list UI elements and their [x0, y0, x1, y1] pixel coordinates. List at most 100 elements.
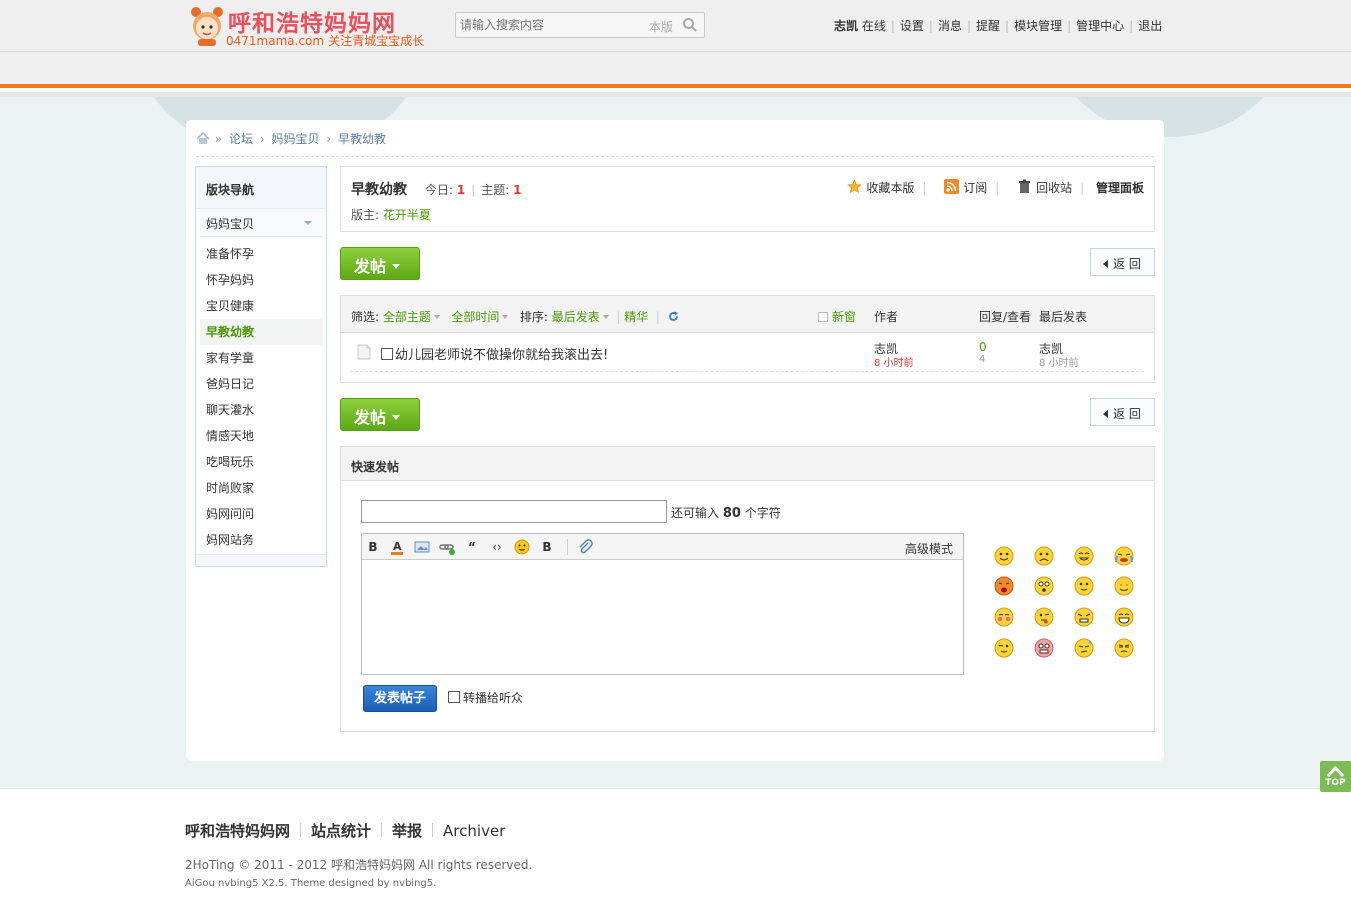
- admin-panel-link[interactable]: 管理面板: [1096, 179, 1144, 196]
- content-container: » 论坛 › 妈妈宝贝 › 早教幼教 版块导航 妈妈宝贝 准备怀孕 怀孕妈妈 宝…: [186, 120, 1164, 761]
- moderator-link[interactable]: 花开半夏: [383, 208, 431, 222]
- notifications-link[interactable]: 提醒: [976, 17, 1000, 34]
- filter-all-threads[interactable]: 全部主题: [383, 310, 431, 324]
- sidebar-item-emotions[interactable]: 情感天地: [200, 423, 322, 449]
- footer-link-stats[interactable]: 站点统计: [311, 820, 371, 841]
- sidebar-item-baby-health[interactable]: 宝贝健康: [200, 293, 322, 319]
- forum-actions: 收藏本版 | 订阅 | 回收站 | 管理面板: [833, 179, 1144, 196]
- footer-link-report[interactable]: 举报: [392, 820, 422, 841]
- forum-sidebar: 版块导航 妈妈宝贝 准备怀孕 怀孕妈妈 宝贝健康 早教幼教 家有学童 爸妈日记 …: [195, 166, 327, 567]
- broadcast-option[interactable]: 转播给听众: [448, 689, 523, 706]
- breadcrumb-category[interactable]: 妈妈宝贝: [271, 132, 319, 146]
- grin-icon[interactable]: [1073, 545, 1095, 567]
- angry-icon[interactable]: [993, 575, 1015, 597]
- sidebar-item-prepare-pregnancy[interactable]: 准备怀孕: [200, 241, 322, 267]
- sidebar-item-pregnant-mom[interactable]: 怀孕妈妈: [200, 267, 322, 293]
- search-input[interactable]: [460, 16, 640, 34]
- link-icon[interactable]: [439, 539, 455, 555]
- thread-last-time[interactable]: 8 小时前: [1039, 354, 1079, 369]
- table-row[interactable]: 幼儿园老师说不做操你就给我滚出去! 志凯 8 小时前 0 4 志凯 8 小时前: [350, 334, 1144, 372]
- home-icon[interactable]: [196, 132, 210, 145]
- subscribe-button[interactable]: 订阅: [944, 179, 987, 196]
- submit-post-button[interactable]: 发表帖子: [363, 685, 437, 712]
- message-editor[interactable]: B A “ ‹› B 高级模式: [361, 533, 964, 675]
- sweat-icon[interactable]: [1073, 637, 1095, 659]
- thread-checkbox[interactable]: [381, 348, 393, 360]
- search-box[interactable]: 本版: [455, 12, 705, 38]
- back-button[interactable]: 返 回: [1090, 248, 1155, 276]
- sad-icon[interactable]: [1033, 545, 1055, 567]
- broadcast-checkbox[interactable]: [448, 691, 460, 703]
- sidebar-item-food-fun[interactable]: 吃喝玩乐: [200, 449, 322, 475]
- breadcrumb-current[interactable]: 早教幼教: [338, 132, 386, 146]
- smiley-icon[interactable]: [993, 545, 1015, 567]
- laugh-icon[interactable]: [1113, 606, 1135, 628]
- admin-center-link[interactable]: 管理中心: [1076, 17, 1124, 34]
- back-button-bottom[interactable]: 返 回: [1090, 398, 1155, 426]
- recycle-bin-button[interactable]: 回收站: [1017, 179, 1072, 196]
- breadcrumb-forum[interactable]: 论坛: [229, 132, 253, 146]
- thread-title[interactable]: 幼儿园老师说不做操你就给我滚出去!: [381, 344, 608, 363]
- font-color-icon[interactable]: A: [389, 539, 405, 555]
- filter-all-time[interactable]: 全部时间: [451, 310, 499, 324]
- main-nav-bar: 论坛广播群组: [0, 52, 1351, 133]
- sidebar-item-site-affairs[interactable]: 妈网站务: [200, 527, 322, 553]
- footer-links: 呼和浩特妈妈网 站点统计 举报 Archiver: [185, 820, 505, 841]
- logout-link[interactable]: 退出: [1138, 17, 1162, 34]
- back-to-top-button[interactable]: TOP: [1320, 761, 1351, 792]
- module-admin-link[interactable]: 模块管理: [1014, 17, 1062, 34]
- sort-last-post[interactable]: 最后发表: [552, 310, 600, 324]
- footer: 呼和浩特妈妈网 站点统计 举报 Archiver 2HoTing © 2011 - 2…: [0, 788, 1351, 900]
- sidebar-item-fashion[interactable]: 时尚败家: [200, 475, 322, 501]
- online-status[interactable]: 在线: [862, 17, 886, 34]
- username-link[interactable]: 志凯: [834, 17, 858, 34]
- back-to-top-label: TOP: [1325, 778, 1346, 788]
- mad-icon[interactable]: [1073, 606, 1095, 628]
- surprised-icon[interactable]: [1033, 575, 1055, 597]
- annoyed-icon[interactable]: [1113, 637, 1135, 659]
- footer-link-site[interactable]: 呼和浩特妈妈网: [185, 820, 290, 841]
- code-icon[interactable]: ‹›: [489, 539, 505, 555]
- sidebar-item-early-education[interactable]: 早教幼教: [200, 319, 322, 345]
- favorite-button[interactable]: 收藏本版: [847, 179, 914, 196]
- search-scope[interactable]: 本版: [649, 18, 673, 35]
- thread-list-header: 筛选: 全部主题 全部时间 排序: 最后发表 | 精华 | 新窗 作者 回复/查…: [341, 296, 1154, 333]
- top-bar: 呼和浩特妈妈网 0471mama.com 关注青城宝宝成长 本版 志凯 在线|设…: [0, 0, 1351, 52]
- wink-icon[interactable]: [993, 637, 1015, 659]
- messages-link[interactable]: 消息: [938, 17, 962, 34]
- bold-text-icon[interactable]: B: [539, 539, 555, 555]
- tongue-icon[interactable]: [1033, 606, 1055, 628]
- quote-icon[interactable]: “: [464, 539, 480, 555]
- thread-replies[interactable]: 0: [979, 340, 987, 354]
- smile-icon[interactable]: [1073, 575, 1095, 597]
- sidebar-item-qa[interactable]: 妈网问问: [200, 501, 322, 527]
- settings-link[interactable]: 设置: [900, 17, 924, 34]
- new-window-toggle[interactable]: 新窗: [818, 308, 856, 325]
- sidebar-item-school-kids[interactable]: 家有学童: [200, 345, 322, 371]
- new-post-button[interactable]: 发帖: [340, 247, 420, 280]
- attachment-icon[interactable]: [577, 539, 593, 555]
- new-post-button-bottom[interactable]: 发帖: [340, 398, 420, 431]
- filter-digest[interactable]: 精华: [624, 310, 648, 324]
- cry-icon[interactable]: [1113, 545, 1135, 567]
- sidebar-group[interactable]: 妈妈宝贝: [200, 209, 322, 237]
- search-icon[interactable]: [682, 17, 698, 33]
- refresh-icon[interactable]: [668, 311, 679, 322]
- bold-icon[interactable]: B: [365, 539, 381, 555]
- shocked-icon[interactable]: [1033, 637, 1055, 659]
- subject-input[interactable]: [361, 500, 667, 523]
- message-textarea[interactable]: [362, 560, 963, 674]
- image-icon[interactable]: [414, 539, 430, 555]
- footer-link-archiver[interactable]: Archiver: [443, 822, 505, 840]
- shy-icon[interactable]: [993, 606, 1015, 628]
- sidebar-item-chat[interactable]: 聊天灌水: [200, 397, 322, 423]
- dropdown-arrow-icon: [433, 315, 440, 319]
- sidebar-item-parent-diary[interactable]: 爸妈日记: [200, 371, 322, 397]
- advanced-mode-link[interactable]: 高级模式: [905, 540, 953, 557]
- site-logo[interactable]: 呼和浩特妈妈网 0471mama.com 关注青城宝宝成长: [186, 2, 436, 50]
- today-count: 1: [456, 183, 466, 197]
- new-window-checkbox[interactable]: [818, 312, 828, 322]
- toolbar-divider: [567, 539, 568, 555]
- smiley-icon[interactable]: [514, 539, 530, 555]
- love-icon[interactable]: [1113, 575, 1135, 597]
